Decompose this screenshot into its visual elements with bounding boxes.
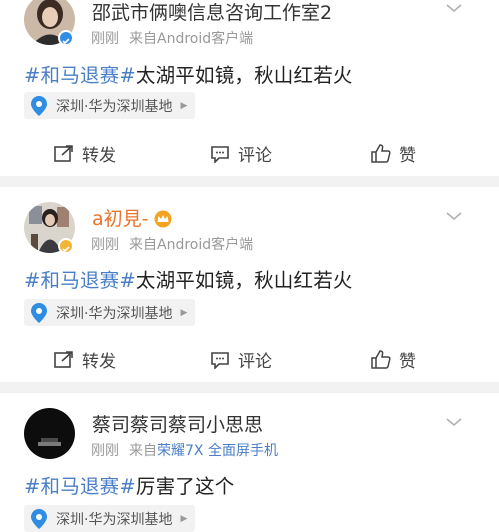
username[interactable]: 蔡司蔡司蔡司小思思 [92, 410, 263, 437]
post-actions: 转发 评论 赞 [0, 141, 499, 169]
thumbs-up-icon [371, 350, 391, 369]
repost-label: 转发 [82, 352, 116, 372]
location-pin-icon [30, 508, 48, 530]
source-prefix: 来自 [129, 237, 157, 253]
username[interactable]: a初見- [92, 204, 173, 233]
username-label: a初見- [92, 208, 149, 230]
hashtag-link[interactable]: #和马退赛# [24, 64, 136, 87]
comment-button[interactable]: 评论 [210, 141, 272, 166]
post-text: #和马退赛#厉害了这个 [24, 470, 234, 499]
post-separator [0, 176, 499, 187]
comment-icon [211, 145, 229, 163]
vip-badge-icon [58, 238, 74, 254]
chevron-down-icon[interactable] [445, 413, 463, 432]
feed-post-1: 邵武市俩噢信息咨询工作室2 刚刚 来自Android客户端 #和马退赛#太湖平如镜… [0, 0, 499, 176]
post-time: 刚刚 [91, 237, 119, 253]
comment-label: 评论 [238, 146, 272, 166]
repost-icon [54, 144, 73, 162]
repost-button[interactable]: 转发 [54, 347, 116, 372]
location-label: 深圳·华为深圳基地 [56, 98, 173, 115]
like-label: 赞 [399, 352, 416, 372]
post-meta: 刚刚 来自荣耀7X 全面屏手机 [91, 440, 278, 460]
location-pin-icon [30, 302, 48, 324]
post-source: Android客户端 [157, 31, 254, 47]
chevron-right-icon: ▶ [180, 513, 188, 524]
comment-icon [211, 351, 229, 369]
post-time: 刚刚 [91, 443, 119, 459]
verified-badge-icon [58, 30, 74, 46]
source-prefix: 来自 [129, 31, 157, 47]
like-label: 赞 [399, 146, 416, 166]
hashtag-link[interactable]: #和马退赛# [24, 475, 136, 498]
chevron-down-icon[interactable] [445, 0, 463, 18]
post-body: 太湖平如镜，秋山红若火 [135, 64, 353, 87]
post-meta: 刚刚 来自Android客户端 [91, 28, 253, 48]
chevron-right-icon: ▶ [180, 100, 188, 111]
like-button[interactable]: 赞 [371, 347, 416, 372]
post-body: 太湖平如镜，秋山红若火 [135, 269, 353, 292]
avatar[interactable] [24, 408, 75, 459]
location-label: 深圳·华为深圳基地 [56, 511, 173, 528]
post-body: 厉害了这个 [135, 475, 235, 498]
repost-icon [54, 350, 73, 368]
comment-button[interactable]: 评论 [210, 347, 272, 372]
like-button[interactable]: 赞 [371, 141, 416, 166]
feed-post-3: 蔡司蔡司蔡司小思思 刚刚 来自荣耀7X 全面屏手机 #和马退赛#厉害了这个 深圳·… [0, 393, 499, 532]
post-separator [0, 382, 499, 393]
comment-label: 评论 [238, 352, 272, 372]
post-meta: 刚刚 来自Android客户端 [91, 234, 253, 254]
hashtag-link[interactable]: #和马退赛# [24, 269, 136, 292]
location-tag[interactable]: 深圳·华为深圳基地 ▶ [24, 92, 196, 119]
location-pin-icon [30, 95, 48, 117]
post-text: #和马退赛#太湖平如镜，秋山红若火 [24, 264, 353, 293]
repost-label: 转发 [82, 146, 116, 166]
chevron-right-icon: ▶ [180, 307, 188, 318]
thumbs-up-icon [371, 144, 391, 163]
crown-icon [153, 210, 173, 233]
post-source-link[interactable]: 荣耀7X 全面屏手机 [157, 443, 278, 459]
location-tag[interactable]: 深圳·华为深圳基地 ▶ [24, 299, 196, 326]
location-label: 深圳·华为深圳基地 [56, 305, 173, 322]
feed-post-2: a初見- 刚刚 来自Android客户端 #和马退赛#太湖平如镜，秋山红若火 深圳… [0, 187, 499, 382]
repost-button[interactable]: 转发 [54, 141, 116, 166]
location-tag[interactable]: 深圳·华为深圳基地 ▶ [24, 505, 196, 532]
chevron-down-icon[interactable] [445, 207, 463, 226]
post-actions: 转发 评论 赞 [0, 347, 499, 375]
post-text: #和马退赛#太湖平如镜，秋山红若火 [24, 59, 353, 88]
username[interactable]: 邵武市俩噢信息咨询工作室2 [92, 0, 332, 25]
source-prefix: 来自 [129, 443, 157, 459]
post-source: Android客户端 [157, 237, 254, 253]
post-time: 刚刚 [91, 31, 119, 47]
